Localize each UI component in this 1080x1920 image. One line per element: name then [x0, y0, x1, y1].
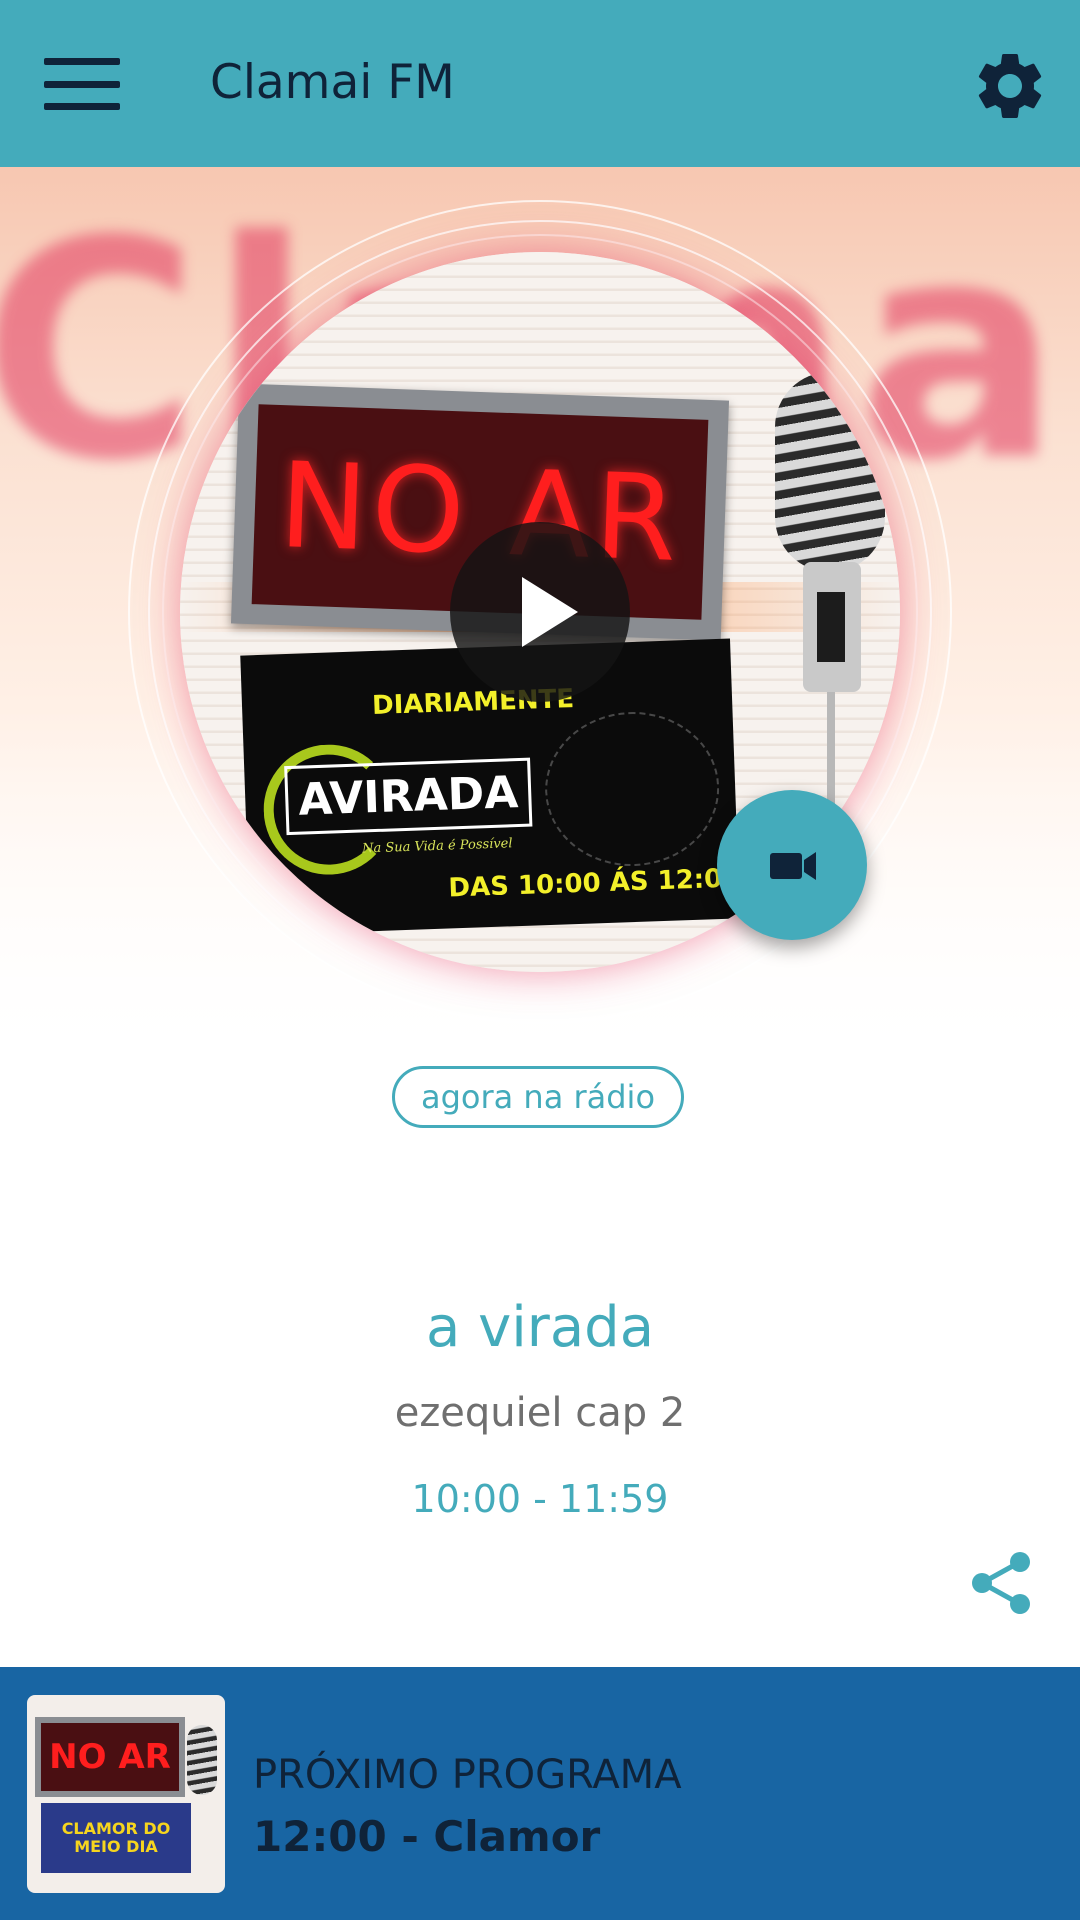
app-title: Clamai FM — [210, 55, 455, 110]
program-title: a virada — [425, 1295, 655, 1360]
gear-icon[interactable] — [970, 46, 1050, 126]
menu-line — [44, 80, 120, 88]
next-program-value: 12:00 - Clamor — [253, 1812, 601, 1861]
program-time: 10:00 - 11:59 — [411, 1477, 669, 1521]
play-icon — [522, 577, 578, 647]
thumbnail-poster-text: CLAMOR DO MEIO DIA — [41, 1803, 191, 1873]
thumbnail-microphone — [187, 1725, 217, 1795]
next-program-bar[interactable]: NO AR CLAMOR DO MEIO DIA PRÓXIMO PROGRAM… — [0, 1667, 1080, 1920]
microphone-illustration — [775, 372, 900, 852]
hero-banner: Clamai NO AR DIARIAMENTE AVIRADA Na Sua … — [0, 167, 1080, 1067]
thumbnail-sign-text: NO AR — [35, 1717, 185, 1797]
now-on-air-badge: agora na rádio — [392, 1066, 684, 1128]
hamburger-menu-icon[interactable] — [44, 58, 120, 110]
video-camera-icon — [770, 852, 816, 880]
menu-line — [44, 58, 120, 65]
app-bar: Clamai FM — [0, 0, 1080, 167]
poster-ornament — [542, 709, 722, 870]
menu-line — [44, 103, 120, 110]
video-button[interactable] — [717, 790, 867, 940]
next-program-label: PRÓXIMO PROGRAMA — [253, 1752, 682, 1798]
play-button[interactable] — [450, 522, 630, 702]
share-icon[interactable] — [968, 1550, 1034, 1616]
next-program-thumbnail: NO AR CLAMOR DO MEIO DIA — [27, 1695, 225, 1893]
poster-schedule: DAS 10:00 ÁS 12:00 — [447, 863, 740, 904]
poster-logo: AVIRADA — [284, 757, 533, 836]
program-subtitle: ezequiel cap 2 — [394, 1390, 686, 1436]
